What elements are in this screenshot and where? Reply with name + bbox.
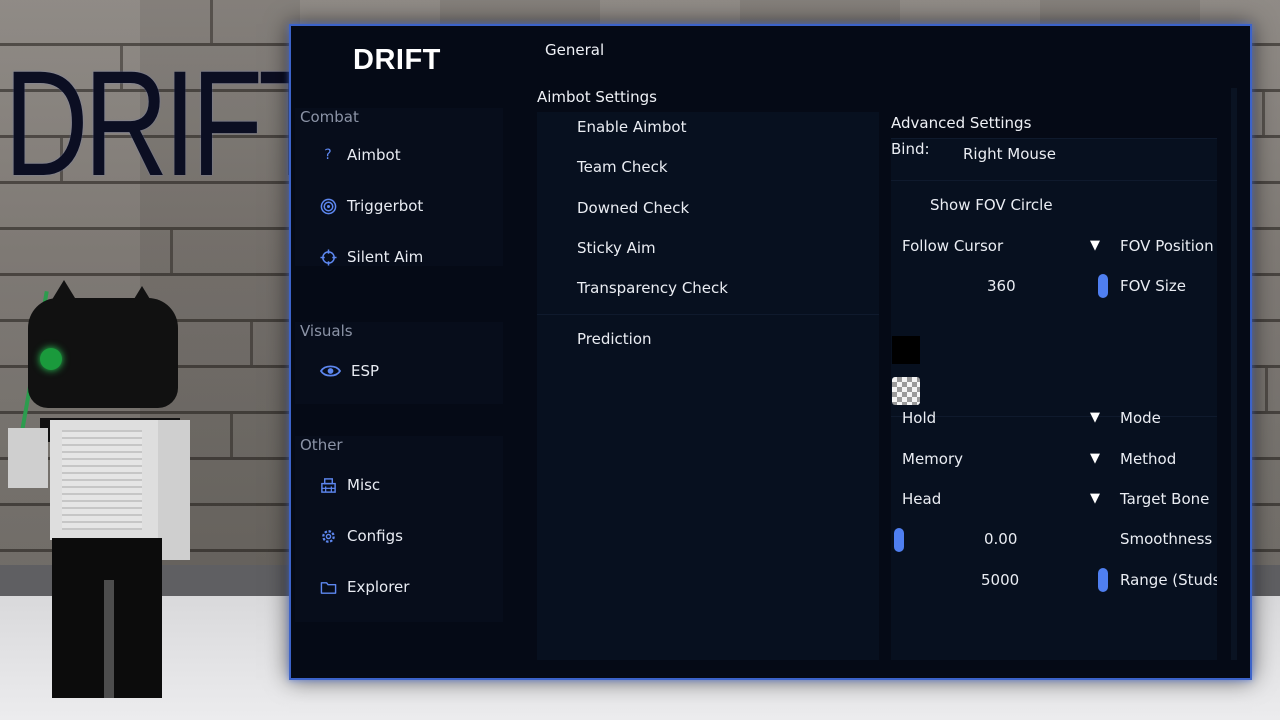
method-dropdown[interactable]: Memory: [902, 450, 963, 468]
plank-joint: [1262, 92, 1265, 135]
group-label-visuals: Visuals: [300, 322, 353, 340]
target-bone-dropdown[interactable]: Head: [902, 490, 941, 508]
transparency-swatch[interactable]: [892, 377, 920, 405]
cheat-menu-window: DRIFT Combat ? Aimbot Triggerbot Silent …: [289, 24, 1252, 680]
scrollbar[interactable]: [1231, 88, 1237, 660]
sidebar-item-configs[interactable]: Configs: [319, 527, 403, 545]
plank-joint: [1265, 368, 1268, 411]
range-value[interactable]: 5000: [981, 571, 1019, 589]
bind-keybind-button[interactable]: Right Mouse: [963, 145, 1056, 163]
misc-icon: [319, 476, 337, 494]
toggle-show-fov-circle[interactable]: Show FOV Circle: [930, 196, 1053, 214]
fov-position-dropdown[interactable]: Follow Cursor: [902, 237, 1003, 255]
sidebar-item-label: Aimbot: [347, 146, 401, 164]
avatar-leg-gap: [104, 580, 114, 698]
smoothness-value[interactable]: 0.00: [984, 530, 1017, 548]
divider: [891, 138, 1217, 139]
toggle-downed-check[interactable]: Downed Check: [577, 199, 689, 217]
divider: [537, 314, 879, 315]
mode-label: Mode: [1120, 409, 1161, 427]
tab-general[interactable]: General: [545, 41, 604, 59]
sidebar-item-aimbot[interactable]: ? Aimbot: [319, 146, 401, 164]
plank-joint: [250, 322, 253, 365]
question-icon: ?: [324, 147, 332, 163]
brand-title: DRIFT: [353, 44, 441, 76]
range-label: Range (Studs: [1120, 571, 1217, 589]
sidebar-item-label: ESP: [351, 362, 380, 380]
sidebar-item-triggerbot[interactable]: Triggerbot: [319, 197, 423, 215]
aimbot-settings-title: Aimbot Settings: [537, 88, 657, 106]
player-avatar: [0, 280, 200, 720]
group-label-other: Other: [300, 436, 343, 454]
toggle-sticky-aim[interactable]: Sticky Aim: [577, 239, 656, 257]
sidebar: DRIFT Combat ? Aimbot Triggerbot Silent …: [291, 26, 505, 678]
chevron-down-icon[interactable]: ▼: [1090, 451, 1100, 466]
divider: [891, 180, 1217, 181]
chevron-down-icon[interactable]: ▼: [1090, 491, 1100, 506]
fov-size-value[interactable]: 360: [987, 277, 1016, 295]
sidebar-item-esp[interactable]: ESP: [319, 362, 379, 380]
background-logo: DRIFT: [4, 39, 330, 207]
smoothness-label: Smoothness: [1120, 530, 1213, 548]
advanced-settings-panel: Bind: Right Mouse Show FOV Circle Follow…: [891, 138, 1217, 660]
nav-group-visuals: Visuals ESP: [295, 322, 503, 404]
avatar-arm: [158, 420, 190, 560]
nav-group-combat: Combat ? Aimbot Triggerbot Silent Aim: [295, 108, 503, 266]
fov-position-label: FOV Position: [1120, 237, 1214, 255]
sidebar-item-label: Explorer: [347, 578, 410, 596]
target-icon: [319, 197, 337, 215]
nav-group-other: Other Misc Configs Explorer: [295, 436, 503, 622]
chevron-down-icon[interactable]: ▼: [1090, 238, 1100, 253]
fov-size-label: FOV Size: [1120, 277, 1186, 295]
sidebar-item-label: Misc: [347, 476, 381, 494]
toggle-enable-aimbot[interactable]: Enable Aimbot: [577, 118, 686, 136]
toggle-transparency-check[interactable]: Transparency Check: [577, 279, 728, 297]
plank-joint: [230, 414, 233, 457]
toggle-prediction[interactable]: Prediction: [577, 330, 652, 348]
fov-color-swatch[interactable]: [892, 336, 920, 364]
eye-icon: [319, 362, 341, 380]
avatar-eye: [40, 348, 62, 370]
chevron-down-icon[interactable]: ▼: [1090, 410, 1100, 425]
toggle-team-check[interactable]: Team Check: [577, 158, 668, 176]
folder-icon: [319, 578, 337, 596]
crosshair-icon: [319, 248, 337, 266]
target-bone-label: Target Bone: [1120, 490, 1210, 508]
avatar-shirt-print: [62, 430, 142, 530]
sidebar-item-label: Triggerbot: [347, 197, 424, 215]
advanced-settings-title: Advanced Settings: [891, 114, 1032, 132]
plank-joint: [170, 230, 173, 273]
divider: [891, 416, 1217, 417]
sidebar-item-silent-aim[interactable]: Silent Aim: [319, 248, 423, 266]
bind-label: Bind:: [891, 140, 930, 158]
smoothness-slider-handle[interactable]: [894, 528, 904, 552]
group-label-combat: Combat: [300, 108, 359, 126]
aimbot-settings-panel: Enable Aimbot Team Check Downed Check St…: [537, 112, 879, 660]
sidebar-item-label: Configs: [347, 527, 403, 545]
range-slider-handle[interactable]: [1098, 568, 1108, 592]
fov-size-slider-handle[interactable]: [1098, 274, 1108, 298]
sidebar-item-label: Silent Aim: [347, 248, 424, 266]
sidebar-item-misc[interactable]: Misc: [319, 476, 380, 494]
plank-joint: [210, 0, 213, 43]
mode-dropdown[interactable]: Hold: [902, 409, 936, 427]
avatar-arm: [8, 428, 48, 488]
gear-icon: [319, 527, 337, 545]
sidebar-item-explorer[interactable]: Explorer: [319, 578, 409, 596]
method-label: Method: [1120, 450, 1177, 468]
